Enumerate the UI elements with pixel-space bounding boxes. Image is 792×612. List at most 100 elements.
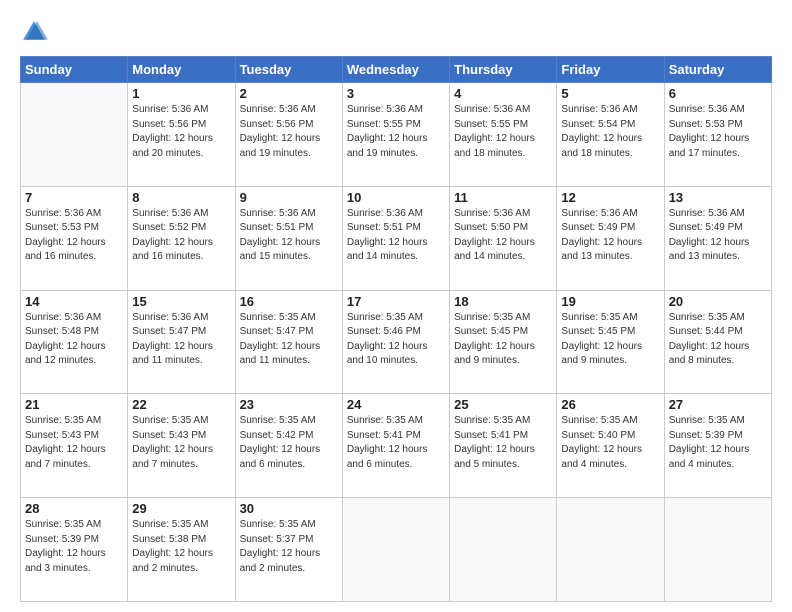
day-number: 15 [132,294,230,309]
day-info: Sunrise: 5:35 AM Sunset: 5:41 PM Dayligh… [454,414,552,472]
calendar-cell: 13 Sunrise: 5:36 AM Sunset: 5:49 PM Dayli… [664,186,771,290]
logo [20,18,52,46]
calendar-cell: 29Sunrise: 5:35 AM Sunset: 5:38 PM Dayli… [128,498,235,602]
day-info: Sunrise: 5:35 AM Sunset: 5:39 PM Dayligh… [669,414,767,472]
calendar-cell: 4 Sunrise: 5:36 AM Sunset: 5:55 PM Daylig… [450,83,557,187]
day-number: 7 [25,190,123,205]
day-number: 24 [347,397,445,412]
calendar-cell [21,83,128,187]
day-info: Sunrise: 5:36 AM Sunset: 5:49 PM Dayligh… [669,207,767,265]
calendar-week-row: 1 Sunrise: 5:36 AM Sunset: 5:56 PM Daylig… [21,83,772,187]
day-number: 19 [561,294,659,309]
day-number: 3 [347,86,445,101]
calendar-cell: 18 Sunrise: 5:35 AM Sunset: 5:45 PM Dayli… [450,290,557,394]
day-info: Sunrise: 5:35 AM Sunset: 5:47 PM Dayligh… [240,311,338,369]
day-info: Sunrise: 5:36 AM Sunset: 5:51 PM Dayligh… [240,207,338,265]
day-info: Sunrise: 5:35 AM Sunset: 5:46 PM Dayligh… [347,311,445,369]
day-number: 25 [454,397,552,412]
calendar-cell: 24 Sunrise: 5:35 AM Sunset: 5:41 PM Dayli… [342,394,449,498]
calendar-cell: 27 Sunrise: 5:35 AM Sunset: 5:39 PM Dayli… [664,394,771,498]
calendar-cell: 17 Sunrise: 5:35 AM Sunset: 5:46 PM Dayli… [342,290,449,394]
page: SundayMondayTuesdayWednesdayThursdayFrid… [0,0,792,612]
calendar-cell: 1 Sunrise: 5:36 AM Sunset: 5:56 PM Daylig… [128,83,235,187]
calendar-cell: 21 Sunrise: 5:35 AM Sunset: 5:43 PM Dayli… [21,394,128,498]
day-number: 22 [132,397,230,412]
day-number: 21 [25,397,123,412]
day-number: 17 [347,294,445,309]
calendar-cell: 30Sunrise: 5:35 AM Sunset: 5:37 PM Dayli… [235,498,342,602]
calendar-cell: 28 Sunrise: 5:35 AM Sunset: 5:39 PM Dayli… [21,498,128,602]
day-info: Sunrise: 5:36 AM Sunset: 5:49 PM Dayligh… [561,207,659,265]
calendar-cell [557,498,664,602]
day-info: Sunrise: 5:36 AM Sunset: 5:53 PM Dayligh… [25,207,123,265]
calendar-week-row: 14Sunrise: 5:36 AM Sunset: 5:48 PM Dayli… [21,290,772,394]
day-info: Sunrise: 5:35 AM Sunset: 5:42 PM Dayligh… [240,414,338,472]
calendar-cell: 9 Sunrise: 5:36 AM Sunset: 5:51 PM Daylig… [235,186,342,290]
calendar-week-row: 28 Sunrise: 5:35 AM Sunset: 5:39 PM Dayli… [21,498,772,602]
day-info: Sunrise: 5:36 AM Sunset: 5:51 PM Dayligh… [347,207,445,265]
day-info: Sunrise: 5:36 AM Sunset: 5:56 PM Dayligh… [240,103,338,161]
calendar-cell: 7 Sunrise: 5:36 AM Sunset: 5:53 PM Daylig… [21,186,128,290]
calendar-cell: 19 Sunrise: 5:35 AM Sunset: 5:45 PM Dayli… [557,290,664,394]
calendar-header-row: SundayMondayTuesdayWednesdayThursdayFrid… [21,57,772,83]
day-info: Sunrise: 5:35 AM Sunset: 5:37 PM Dayligh… [240,518,338,576]
calendar-cell: 8 Sunrise: 5:36 AM Sunset: 5:52 PM Daylig… [128,186,235,290]
day-info: Sunrise: 5:36 AM Sunset: 5:53 PM Dayligh… [669,103,767,161]
day-number: 4 [454,86,552,101]
day-number: 2 [240,86,338,101]
calendar-cell: 22 Sunrise: 5:35 AM Sunset: 5:43 PM Dayli… [128,394,235,498]
day-number: 11 [454,190,552,205]
day-info: Sunrise: 5:35 AM Sunset: 5:45 PM Dayligh… [454,311,552,369]
calendar-cell [450,498,557,602]
weekday-header: Friday [557,57,664,83]
calendar-table: SundayMondayTuesdayWednesdayThursdayFrid… [20,56,772,602]
day-number: 13 [669,190,767,205]
day-number: 5 [561,86,659,101]
day-info: Sunrise: 5:35 AM Sunset: 5:45 PM Dayligh… [561,311,659,369]
day-info: Sunrise: 5:36 AM Sunset: 5:56 PM Dayligh… [132,103,230,161]
day-info: Sunrise: 5:36 AM Sunset: 5:52 PM Dayligh… [132,207,230,265]
calendar-cell: 10Sunrise: 5:36 AM Sunset: 5:51 PM Dayli… [342,186,449,290]
day-number: 23 [240,397,338,412]
day-info: Sunrise: 5:36 AM Sunset: 5:48 PM Dayligh… [25,311,123,369]
day-info: Sunrise: 5:36 AM Sunset: 5:50 PM Dayligh… [454,207,552,265]
day-info: Sunrise: 5:36 AM Sunset: 5:55 PM Dayligh… [347,103,445,161]
calendar-cell: 26Sunrise: 5:35 AM Sunset: 5:40 PM Dayli… [557,394,664,498]
calendar-cell: 15 Sunrise: 5:36 AM Sunset: 5:47 PM Dayli… [128,290,235,394]
calendar-cell: 16Sunrise: 5:35 AM Sunset: 5:47 PM Dayli… [235,290,342,394]
day-info: Sunrise: 5:36 AM Sunset: 5:55 PM Dayligh… [454,103,552,161]
day-number: 9 [240,190,338,205]
day-number: 18 [454,294,552,309]
calendar-cell: 14Sunrise: 5:36 AM Sunset: 5:48 PM Dayli… [21,290,128,394]
day-number: 12 [561,190,659,205]
weekday-header: Wednesday [342,57,449,83]
day-info: Sunrise: 5:35 AM Sunset: 5:39 PM Dayligh… [25,518,123,576]
day-number: 6 [669,86,767,101]
calendar-cell [342,498,449,602]
weekday-header: Tuesday [235,57,342,83]
day-info: Sunrise: 5:35 AM Sunset: 5:43 PM Dayligh… [25,414,123,472]
day-number: 26 [561,397,659,412]
day-number: 1 [132,86,230,101]
day-info: Sunrise: 5:35 AM Sunset: 5:43 PM Dayligh… [132,414,230,472]
calendar-cell: 2 Sunrise: 5:36 AM Sunset: 5:56 PM Daylig… [235,83,342,187]
weekday-header: Monday [128,57,235,83]
calendar-cell: 25 Sunrise: 5:35 AM Sunset: 5:41 PM Dayli… [450,394,557,498]
logo-icon [20,18,48,46]
day-info: Sunrise: 5:35 AM Sunset: 5:41 PM Dayligh… [347,414,445,472]
calendar-cell: 5 Sunrise: 5:36 AM Sunset: 5:54 PM Daylig… [557,83,664,187]
day-info: Sunrise: 5:36 AM Sunset: 5:54 PM Dayligh… [561,103,659,161]
calendar-cell: 20Sunrise: 5:35 AM Sunset: 5:44 PM Dayli… [664,290,771,394]
calendar-cell: 23 Sunrise: 5:35 AM Sunset: 5:42 PM Dayli… [235,394,342,498]
day-number: 27 [669,397,767,412]
day-info: Sunrise: 5:36 AM Sunset: 5:47 PM Dayligh… [132,311,230,369]
day-number: 8 [132,190,230,205]
day-number: 29 [132,501,230,516]
header [20,18,772,46]
weekday-header: Thursday [450,57,557,83]
calendar-cell [664,498,771,602]
day-number: 28 [25,501,123,516]
day-number: 20 [669,294,767,309]
calendar-cell: 3 Sunrise: 5:36 AM Sunset: 5:55 PM Daylig… [342,83,449,187]
weekday-header: Sunday [21,57,128,83]
